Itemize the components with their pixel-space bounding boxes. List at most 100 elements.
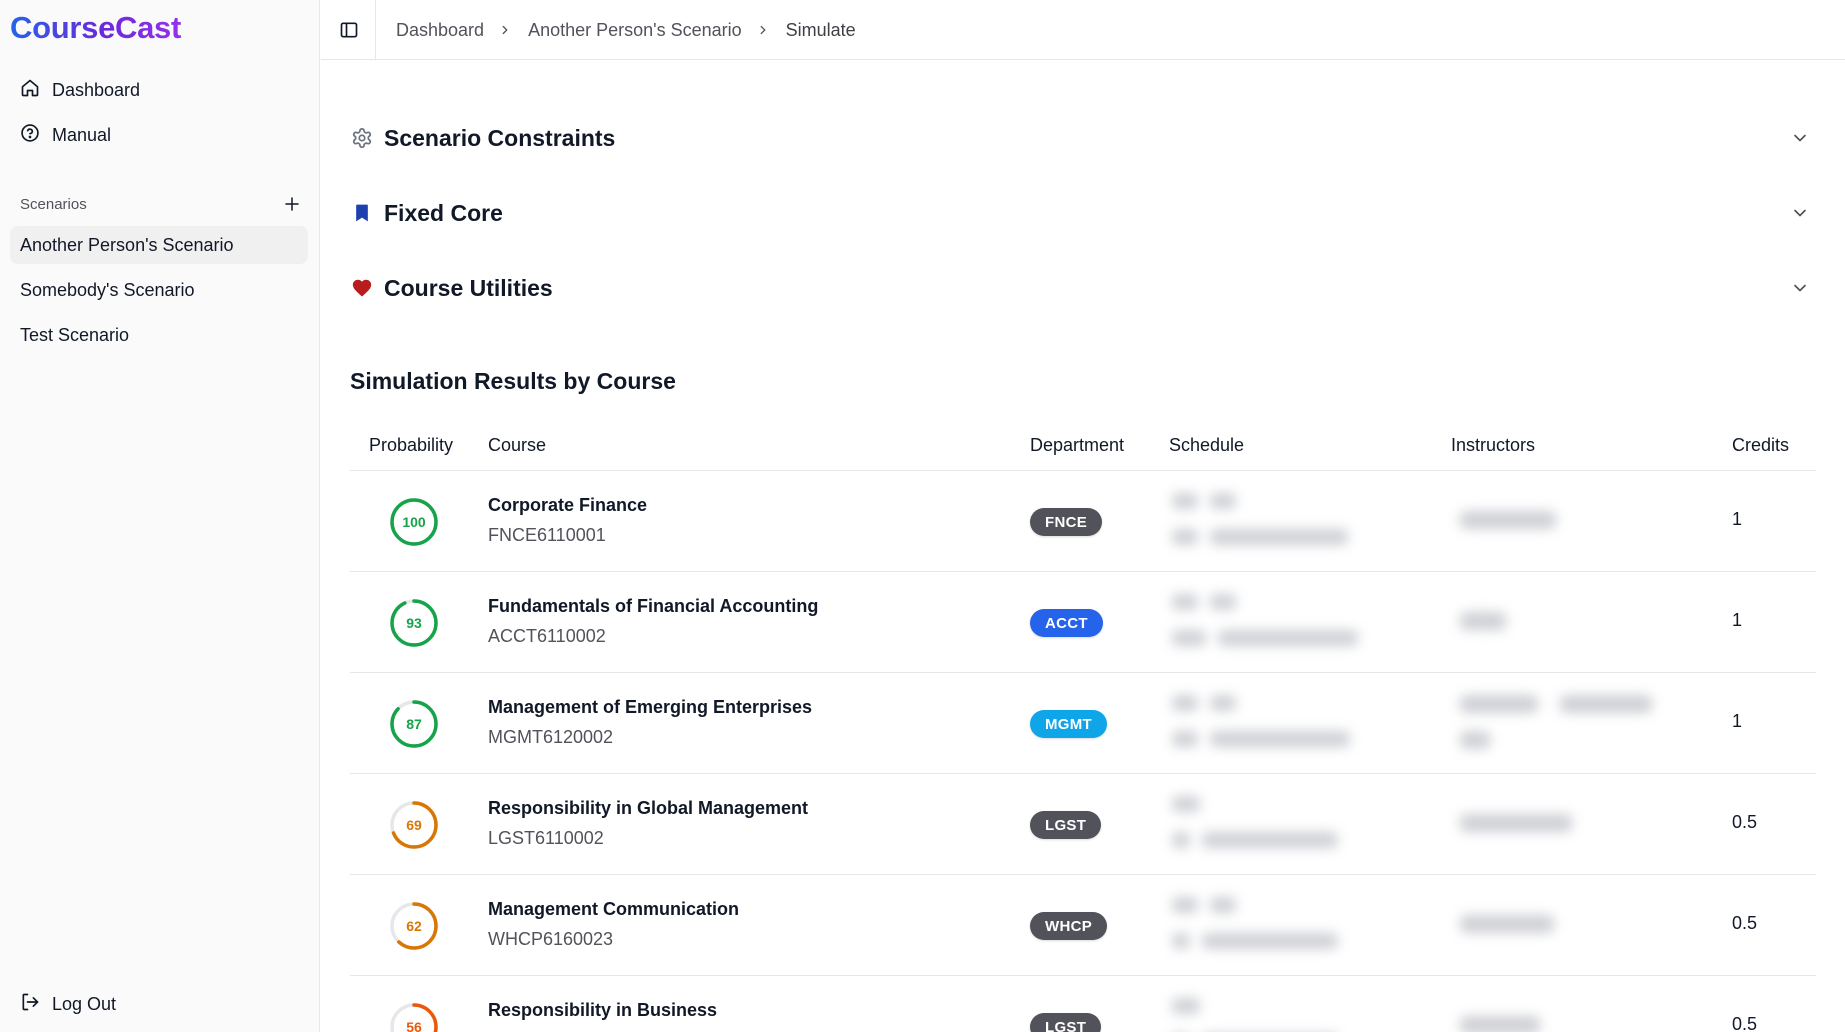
bookmark-icon bbox=[350, 201, 374, 225]
help-circle-icon bbox=[20, 123, 40, 148]
schedule-redacted bbox=[1210, 695, 1236, 711]
scenarios-section-label: Scenarios bbox=[20, 196, 87, 213]
department-badge[interactable]: LGST bbox=[1030, 1013, 1102, 1032]
col-credits: Credits bbox=[1732, 434, 1790, 455]
instructors-redacted bbox=[1460, 511, 1556, 529]
top-header: Dashboard Another Person's Scenario Simu… bbox=[321, 0, 1845, 60]
col-department: Department bbox=[1030, 434, 1125, 455]
table-row[interactable]: 62 Management Communication WHCP6160023 … bbox=[350, 875, 1816, 976]
schedule-redacted bbox=[1172, 529, 1198, 545]
credits-value: 0.5 bbox=[1732, 1014, 1758, 1032]
course-name: Responsibility in Global Management bbox=[488, 798, 809, 818]
nav-dashboard[interactable]: Dashboard bbox=[20, 76, 140, 104]
nav-dashboard-label: Dashboard bbox=[52, 79, 141, 100]
nav-manual[interactable]: Manual bbox=[20, 121, 111, 149]
course-utilities-accordion[interactable]: Course Utilities bbox=[350, 268, 1820, 308]
table-row[interactable]: 100 Corporate Finance FNCE6110001 FNCE 1 bbox=[350, 471, 1816, 572]
scenario-item-another-person[interactable]: Another Person's Scenario bbox=[10, 226, 308, 264]
accordion-title: Course Utilities bbox=[384, 274, 553, 301]
schedule-redacted bbox=[1210, 897, 1236, 913]
course-name: Corporate Finance bbox=[488, 495, 648, 515]
schedule-redacted bbox=[1172, 933, 1190, 949]
table-header: Probability Course Department Schedule I… bbox=[350, 420, 1816, 471]
chevron-right-icon bbox=[756, 22, 772, 38]
schedule-redacted bbox=[1210, 731, 1350, 747]
home-icon bbox=[20, 78, 40, 103]
department-badge[interactable]: ACCT bbox=[1030, 609, 1103, 637]
credits-value: 1 bbox=[1732, 509, 1743, 529]
scenario-item-somebody[interactable]: Somebody's Scenario bbox=[10, 271, 308, 309]
schedule-redacted bbox=[1202, 933, 1338, 949]
probability-ring: 93 bbox=[389, 598, 439, 648]
col-course: Course bbox=[488, 434, 547, 455]
instructors-redacted bbox=[1560, 695, 1652, 713]
probability-value: 62 bbox=[406, 918, 422, 934]
add-scenario-button[interactable] bbox=[280, 192, 304, 216]
scenario-item-test[interactable]: Test Scenario bbox=[10, 316, 308, 354]
instructors-redacted bbox=[1460, 814, 1572, 832]
col-instructors: Instructors bbox=[1451, 434, 1536, 455]
table-row[interactable]: 93 Fundamentals of Financial Accounting … bbox=[350, 572, 1816, 673]
col-schedule: Schedule bbox=[1169, 434, 1245, 455]
nav-manual-label: Manual bbox=[52, 124, 112, 145]
schedule-redacted bbox=[1218, 630, 1358, 646]
schedule-redacted bbox=[1172, 897, 1198, 913]
chevron-down-icon bbox=[1794, 209, 1806, 217]
schedule-redacted bbox=[1172, 594, 1198, 610]
schedule-redacted bbox=[1172, 493, 1198, 509]
department-badge[interactable]: FNCE bbox=[1030, 508, 1103, 536]
fixed-core-accordion[interactable]: Fixed Core bbox=[350, 193, 1820, 233]
app-logo[interactable]: CourseCast bbox=[10, 10, 181, 46]
probability-ring: 100 bbox=[389, 497, 439, 547]
schedule-redacted bbox=[1210, 594, 1236, 610]
schedule-redacted bbox=[1172, 832, 1190, 848]
schedule-redacted bbox=[1172, 731, 1198, 747]
probability-ring: 56 bbox=[389, 1002, 439, 1032]
credits-value: 0.5 bbox=[1732, 812, 1758, 832]
course-code: WHCP6160023 bbox=[488, 929, 614, 949]
probability-ring: 69 bbox=[389, 800, 439, 850]
scenario-constraints-accordion[interactable]: Scenario Constraints bbox=[350, 118, 1820, 158]
sidebar-toggle-button[interactable] bbox=[337, 18, 361, 42]
schedule-redacted bbox=[1202, 832, 1338, 848]
schedule-redacted bbox=[1210, 529, 1348, 545]
chevron-right-icon bbox=[498, 22, 514, 38]
chevron-down-icon bbox=[1794, 134, 1806, 142]
course-code: ACCT6110002 bbox=[488, 626, 606, 646]
course-code: LGST6110002 bbox=[488, 828, 604, 848]
probability-value: 93 bbox=[406, 615, 422, 631]
course-code: MGMT6120002 bbox=[488, 727, 614, 747]
results-title: Simulation Results by Course bbox=[350, 368, 676, 394]
logout-button[interactable]: Log Out bbox=[20, 990, 116, 1018]
department-badge[interactable]: MGMT bbox=[1030, 710, 1108, 738]
probability-value: 56 bbox=[406, 1019, 422, 1032]
breadcrumb-dashboard[interactable]: Dashboard bbox=[396, 20, 484, 41]
col-probability: Probability bbox=[369, 434, 454, 455]
panel-left-icon bbox=[340, 22, 358, 38]
breadcrumb-scenario[interactable]: Another Person's Scenario bbox=[528, 20, 742, 41]
course-name: Management Communication bbox=[488, 899, 740, 919]
schedule-redacted bbox=[1172, 695, 1198, 711]
department-badge[interactable]: WHCP bbox=[1030, 912, 1108, 940]
table-row[interactable]: 56 Responsibility in Business LGST 0.5 bbox=[350, 976, 1816, 1032]
department-badge[interactable]: LGST bbox=[1030, 811, 1102, 839]
gear-icon bbox=[350, 126, 374, 150]
accordion-title: Scenario Constraints bbox=[384, 124, 616, 151]
log-out-icon bbox=[20, 992, 40, 1017]
credits-value: 1 bbox=[1732, 711, 1743, 731]
course-name: Management of Emerging Enterprises bbox=[488, 697, 813, 717]
course-name: Fundamentals of Financial Accounting bbox=[488, 596, 819, 616]
schedule-redacted bbox=[1210, 493, 1236, 509]
sidebar: CourseCast Dashboard Manual Scenarios An… bbox=[0, 0, 320, 1032]
instructors-redacted bbox=[1460, 1016, 1540, 1032]
instructors-redacted bbox=[1460, 612, 1506, 630]
table-row[interactable]: 69 Responsibility in Global Management L… bbox=[350, 774, 1816, 875]
probability-ring: 62 bbox=[389, 901, 439, 951]
probability-value: 87 bbox=[406, 716, 422, 732]
instructors-redacted bbox=[1460, 731, 1490, 749]
probability-value: 69 bbox=[406, 817, 422, 833]
course-code: FNCE6110001 bbox=[488, 525, 606, 545]
table-row[interactable]: 87 Management of Emerging Enterprises MG… bbox=[350, 673, 1816, 774]
heart-icon bbox=[350, 276, 374, 300]
plus-icon bbox=[285, 197, 299, 211]
